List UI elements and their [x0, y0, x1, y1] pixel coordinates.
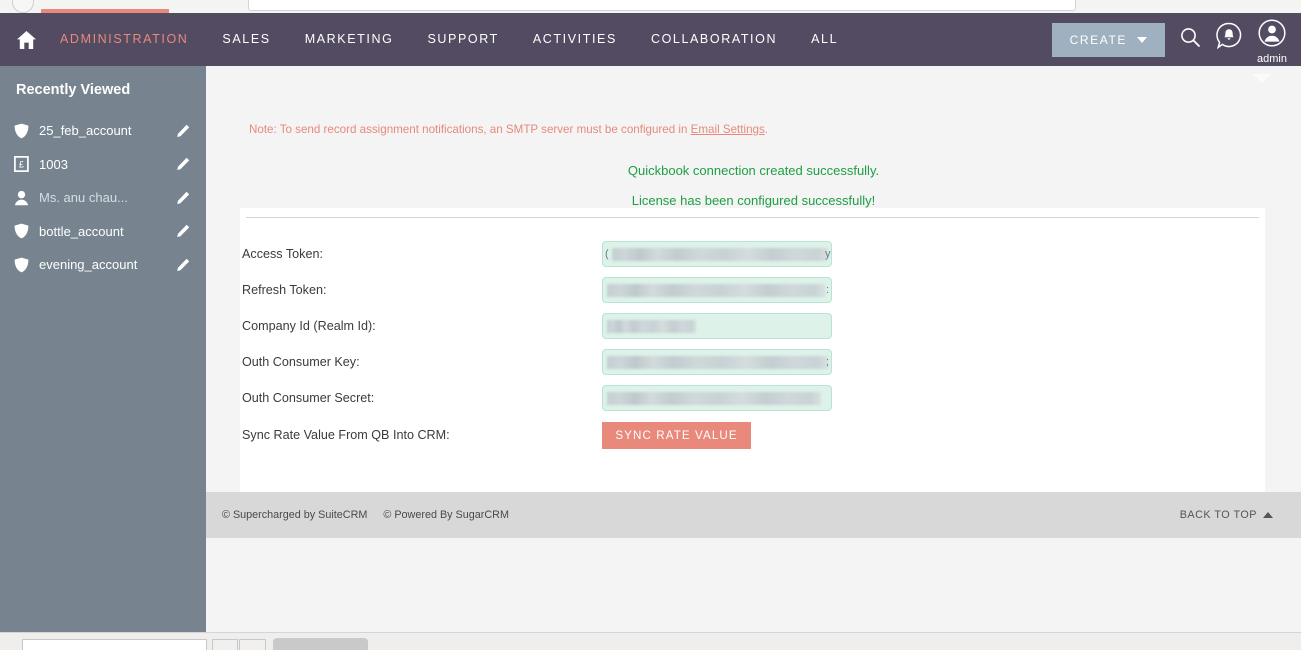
access-token-input[interactable]: ( y [602, 241, 832, 267]
outh-consumer-key-input[interactable]: ; [602, 349, 832, 375]
browser-url-bar[interactable] [248, 0, 1076, 11]
form-row-refresh-token: Refresh Token: : [240, 272, 1265, 308]
back-to-top-button[interactable]: BACK TO TOP [1180, 509, 1273, 521]
invoice-icon: £ [14, 156, 36, 173]
back-to-top-label: BACK TO TOP [1179, 509, 1257, 521]
pencil-icon[interactable] [176, 224, 192, 238]
user-menu[interactable]: admin [1257, 18, 1287, 65]
search-icon [1179, 26, 1201, 53]
sidebar-item-evening-account[interactable]: evening_account [0, 248, 206, 282]
sidebar-item-label: 1003 [39, 156, 68, 172]
footer-powered: © Powered By SugarCRM [383, 509, 509, 521]
browser-tab-circle [12, 0, 34, 13]
refresh-token-input[interactable]: : [602, 277, 832, 303]
redacted-value [607, 356, 828, 369]
form-row-access-token: Access Token: ( y [240, 236, 1265, 272]
top-navbar: ADMINISTRATION SALES MARKETING SUPPORT A… [0, 13, 1301, 66]
email-settings-link[interactable]: Email Settings [691, 123, 765, 136]
sidebar-item-25-feb-account[interactable]: 25_feb_account [0, 114, 206, 148]
redacted-value [607, 284, 825, 297]
create-button[interactable]: CREATE [1051, 22, 1166, 57]
browser-small-button-2[interactable] [239, 639, 266, 650]
form-row-sync-rate: Sync Rate Value From QB Into CRM: SYNC R… [240, 417, 1265, 453]
form-row-outh-consumer-secret: Outh Consumer Secret: [240, 380, 1265, 416]
user-avatar-icon [1258, 18, 1286, 52]
access-token-label: Access Token: [242, 247, 323, 261]
access-token-left-char: ( [605, 248, 609, 260]
nav-link-activities[interactable]: ACTIVITIES [516, 13, 634, 66]
sidebar-item-label: Ms. anu chau... [39, 190, 128, 206]
form-row-company-id: Company Id (Realm Id): [240, 308, 1265, 344]
panel-divider [246, 217, 1259, 218]
nav-link-all[interactable]: ALL [794, 13, 855, 66]
refresh-token-label: Refresh Token: [242, 283, 327, 297]
browser-small-button-1[interactable] [212, 639, 238, 650]
browser-find-input[interactable] [22, 639, 207, 650]
shield-icon [14, 123, 36, 139]
sync-rate-label: Sync Rate Value From QB Into CRM: [242, 428, 450, 442]
search-button[interactable] [1179, 26, 1201, 53]
notifications-button[interactable] [1215, 22, 1243, 57]
content-bottom-filler [206, 538, 1301, 632]
company-id-input[interactable] [602, 313, 832, 339]
smtp-note: Note: To send record assignment notifica… [249, 123, 768, 136]
pencil-icon[interactable] [176, 157, 192, 171]
recently-viewed-list: 25_feb_account £ 1003 Ms. anu chau... bo… [0, 114, 206, 282]
credentials-panel: Access Token: ( y Refresh Token: : Compa… [240, 208, 1265, 513]
nav-link-administration[interactable]: ADMINISTRATION [43, 13, 205, 66]
pencil-icon[interactable] [176, 258, 192, 272]
nav-link-marketing[interactable]: MARKETING [288, 13, 411, 66]
svg-text:£: £ [19, 160, 24, 170]
nav-link-collaboration[interactable]: COLLABORATION [634, 13, 794, 66]
create-button-label: CREATE [1069, 32, 1128, 47]
sidebar-item-label: evening_account [39, 257, 138, 273]
user-name-label: admin [1257, 52, 1287, 65]
outh-consumer-key-label: Outh Consumer Key: [242, 355, 360, 369]
smtp-note-prefix: Note: To send record assignment notifica… [249, 123, 691, 136]
footer-credits: © Supercharged by SuiteCRM © Powered By … [222, 509, 509, 521]
smtp-note-suffix: . [764, 123, 768, 136]
access-token-right-char: y [825, 248, 831, 260]
home-button[interactable] [8, 13, 45, 66]
chevron-down-icon [1137, 36, 1148, 43]
footer-supercharged: © Supercharged by SuiteCRM [222, 509, 368, 521]
page-footer: © Supercharged by SuiteCRM © Powered By … [206, 492, 1301, 538]
sidebar-title: Recently Viewed [16, 82, 131, 98]
nav-links: ADMINISTRATION SALES MARKETING SUPPORT A… [43, 13, 855, 66]
nav-link-support[interactable]: SUPPORT [410, 13, 515, 66]
redacted-value [612, 248, 828, 261]
pencil-icon[interactable] [176, 191, 192, 205]
sidebar-item-bottle-account[interactable]: bottle_account [0, 215, 206, 249]
browser-top-chrome [0, 0, 1301, 13]
home-icon [16, 30, 37, 50]
redacted-value [607, 392, 821, 405]
success-message-license: License has been configured successfully… [631, 193, 876, 208]
shield-icon [14, 257, 36, 273]
notification-bell-icon [1215, 22, 1243, 57]
sidebar-item-1003[interactable]: £ 1003 [0, 148, 206, 182]
sidebar-item-ms-anu-chau[interactable]: Ms. anu chau... [0, 181, 206, 215]
company-id-label: Company Id (Realm Id): [242, 319, 376, 333]
browser-gray-button[interactable] [273, 638, 368, 650]
success-message-quickbook: Quickbook connection created successfull… [627, 163, 880, 178]
sync-rate-value-button[interactable]: SYNC RATE VALUE [602, 421, 751, 449]
redacted-value [607, 320, 696, 333]
outh-consumer-key-right-char: ; [826, 356, 830, 368]
browser-bottom-chrome [0, 632, 1301, 650]
form-row-outh-consumer-key: Outh Consumer Key: ; [240, 344, 1265, 380]
left-sidebar: Recently Viewed 25_feb_account £ 1003 Ms… [0, 66, 206, 632]
navbar-right-tools: CREATE admin [1051, 13, 1287, 66]
pencil-icon[interactable] [176, 124, 192, 138]
outh-consumer-secret-input[interactable] [602, 385, 832, 411]
arrow-up-icon [1263, 512, 1273, 518]
outh-consumer-secret-label: Outh Consumer Secret: [242, 391, 375, 405]
refresh-token-right-char: : [826, 284, 830, 296]
shield-icon [14, 223, 36, 239]
chevron-down-icon[interactable] [1253, 74, 1271, 83]
sidebar-item-label: bottle_account [39, 223, 124, 239]
nav-link-sales[interactable]: SALES [205, 13, 287, 66]
sidebar-item-label: 25_feb_account [39, 123, 132, 139]
person-icon [14, 190, 36, 206]
